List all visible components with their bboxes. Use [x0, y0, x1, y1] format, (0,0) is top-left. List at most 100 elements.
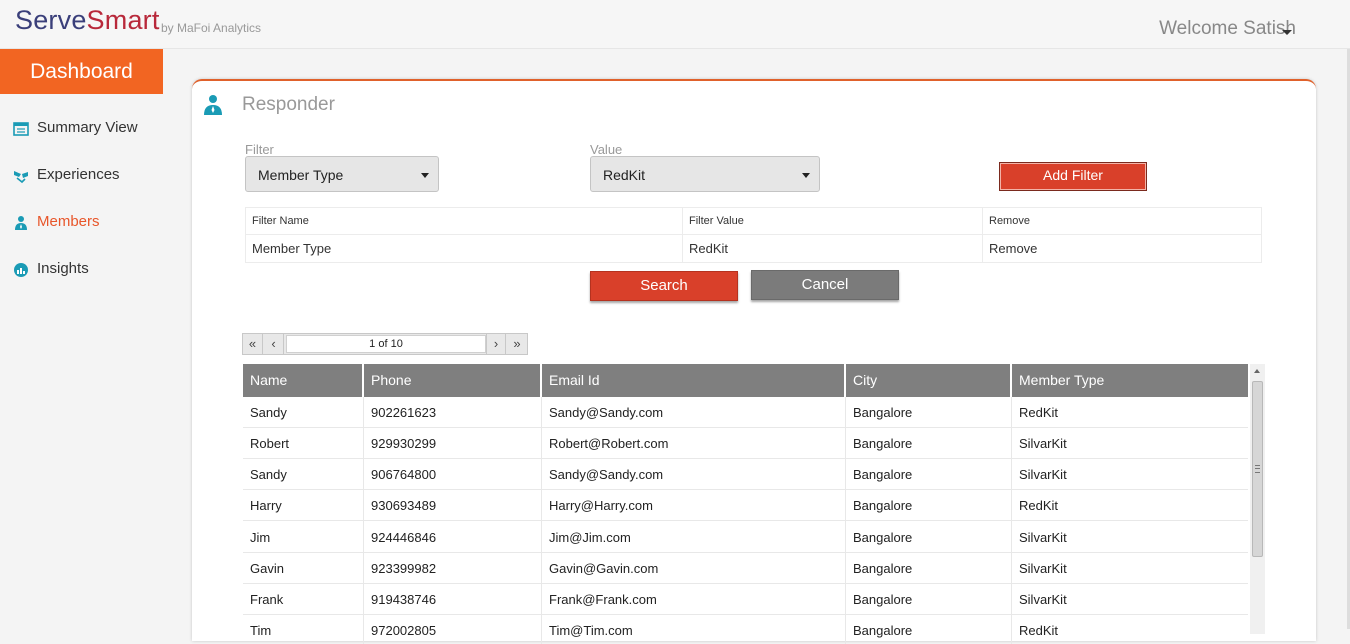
column-header-member-type[interactable]: Member Type — [1012, 364, 1248, 397]
filter-table: Filter Name Filter Value Remove Member T… — [245, 207, 1262, 263]
name-cell: Sandy — [250, 467, 287, 482]
column-header-city[interactable]: City — [846, 364, 1012, 397]
table-row[interactable]: Robert 929930299 Robert@Robert.com Banga… — [243, 428, 1248, 459]
sidebar-item-insights[interactable]: Insights — [0, 250, 163, 290]
email-cell: Frank@Frank.com — [549, 592, 657, 607]
top-header: ServeSmart by MaFoi Analytics Welcome Sa… — [0, 0, 1350, 49]
brand-subtitle: by MaFoi Analytics — [161, 21, 262, 35]
remove-header: Remove — [989, 215, 1030, 227]
column-header-email[interactable]: Email Id — [542, 364, 846, 397]
table-row[interactable]: Tim 972002805 Tim@Tim.com Bangalore RedK… — [243, 615, 1248, 644]
city-cell: Bangalore — [853, 592, 913, 607]
sidebar-item-label: Experiences — [37, 166, 120, 183]
phone-cell: 972002805 — [371, 623, 437, 638]
member-type-cell: SilvarKit — [1019, 467, 1067, 482]
divider — [682, 208, 683, 262]
table-row[interactable]: Harry 930693489 Harry@Harry.com Bangalor… — [243, 490, 1248, 521]
name-cell: Tim — [250, 623, 272, 638]
name-cell: Frank — [250, 592, 284, 607]
email-cell: Robert@Robert.com — [549, 436, 669, 451]
caret-down-icon — [802, 173, 810, 178]
sidebar-item-members[interactable]: Members — [0, 203, 163, 243]
table-row[interactable]: Gavin 923399982 Gavin@Gavin.com Bangalor… — [243, 553, 1248, 584]
filter-value-cell: RedKit — [689, 241, 729, 256]
sidebar: Dashboard Summary View Experiences Membe… — [0, 49, 163, 629]
sidebar-item-label: Insights — [37, 260, 89, 277]
brand-serve: Serve — [15, 5, 87, 35]
welcome-user-menu[interactable]: Welcome Satish — [1159, 18, 1296, 40]
column-header-name[interactable]: Name — [243, 364, 364, 397]
divider — [982, 208, 983, 262]
cancel-button[interactable]: Cancel — [751, 270, 899, 300]
last-page-button[interactable]: » — [507, 334, 527, 354]
name-cell: Sandy — [250, 405, 287, 420]
table-row[interactable]: Frank 919438746 Frank@Frank.com Bangalor… — [243, 584, 1248, 615]
chevron-down-icon[interactable] — [1282, 30, 1292, 35]
sidebar-item-experiences[interactable]: Experiences — [0, 156, 163, 196]
responder-icon — [204, 95, 222, 115]
email-cell: Jim@Jim.com — [549, 530, 631, 545]
city-cell: Bangalore — [853, 498, 913, 513]
next-page-button[interactable]: › — [486, 334, 506, 354]
value-select-value: RedKit — [603, 167, 646, 183]
filter-name-header: Filter Name — [252, 215, 309, 227]
phone-cell: 924446846 — [371, 530, 437, 545]
page-input[interactable]: 1 of 10 — [286, 335, 486, 353]
email-cell: Gavin@Gavin.com — [549, 561, 659, 576]
phone-cell: 929930299 — [371, 436, 437, 451]
sidebar-item-summary-view[interactable]: Summary View — [0, 109, 163, 149]
name-cell: Jim — [250, 530, 271, 545]
search-button[interactable]: Search — [590, 271, 738, 301]
table-row[interactable]: Jim 924446846 Jim@Jim.com Bangalore Silv… — [243, 522, 1248, 553]
city-cell: Bangalore — [853, 530, 913, 545]
member-type-cell: RedKit — [1019, 623, 1059, 638]
city-cell: Bangalore — [853, 623, 913, 638]
filter-value-header: Filter Value — [689, 215, 744, 227]
phone-cell: 923399982 — [371, 561, 437, 576]
table-row[interactable]: Sandy 906764800 Sandy@Sandy.com Bangalor… — [243, 459, 1248, 490]
members-grid: Name Phone Email Id City Member Type San… — [243, 364, 1248, 644]
member-type-cell: SilvarKit — [1019, 530, 1067, 545]
insights-icon — [14, 263, 28, 277]
member-type-cell: SilvarKit — [1019, 561, 1067, 576]
city-cell: Bangalore — [853, 467, 913, 482]
value-label: Value — [590, 142, 623, 157]
brand-logo[interactable]: ServeSmart — [15, 5, 160, 36]
dashboard-button[interactable]: Dashboard — [0, 49, 163, 94]
email-cell: Sandy@Sandy.com — [549, 467, 664, 482]
city-cell: Bangalore — [853, 405, 913, 420]
name-cell: Harry — [250, 498, 282, 513]
experiences-icon — [14, 171, 28, 184]
email-cell: Sandy@Sandy.com — [549, 405, 664, 420]
phone-cell: 930693489 — [371, 498, 437, 513]
phone-cell: 902261623 — [371, 405, 437, 420]
page-title: Responder — [242, 94, 335, 115]
add-filter-button[interactable]: Add Filter — [999, 162, 1147, 191]
members-icon — [15, 216, 27, 230]
scroll-thumb[interactable] — [1252, 381, 1263, 557]
name-cell: Robert — [250, 436, 290, 451]
email-cell: Tim@Tim.com — [549, 623, 633, 638]
name-cell: Gavin — [250, 561, 284, 576]
sidebar-item-label: Members — [37, 213, 100, 230]
filter-name-cell: Member Type — [252, 241, 332, 256]
filter-select[interactable]: Member Type — [245, 156, 439, 192]
summary-icon — [13, 122, 29, 136]
value-select[interactable]: RedKit — [590, 156, 820, 192]
remove-filter-link[interactable]: Remove — [989, 235, 1037, 262]
member-type-cell: RedKit — [1019, 498, 1059, 513]
table-row[interactable]: Sandy 902261623 Sandy@Sandy.com Bangalor… — [243, 397, 1248, 428]
phone-cell: 906764800 — [371, 467, 437, 482]
grid-scrollbar[interactable] — [1250, 364, 1265, 634]
scroll-up-icon[interactable] — [1254, 369, 1260, 373]
prev-page-button[interactable]: ‹ — [264, 334, 284, 354]
column-header-phone[interactable]: Phone — [364, 364, 542, 397]
first-page-button[interactable]: « — [243, 334, 263, 354]
caret-down-icon — [421, 173, 429, 178]
grid-header-row: Name Phone Email Id City Member Type — [243, 364, 1248, 397]
member-type-cell: SilvarKit — [1019, 592, 1067, 607]
responder-panel: Responder Filter Member Type Value RedKi… — [192, 79, 1316, 644]
brand-smart: Smart — [86, 5, 160, 35]
grip-icon — [1255, 465, 1260, 473]
pager: « ‹ 1 of 10 › » — [242, 333, 528, 355]
